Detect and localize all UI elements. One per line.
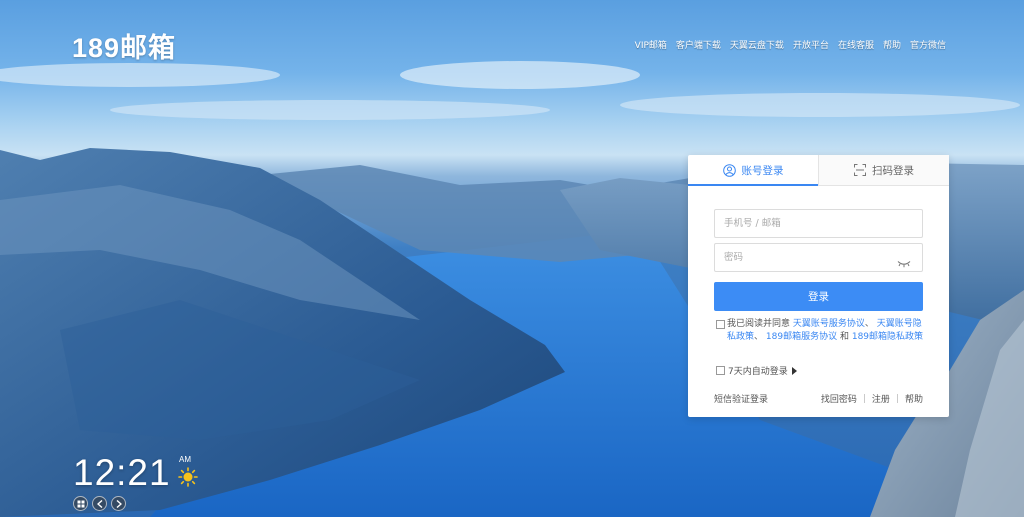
link-divider: | — [895, 393, 899, 404]
wallpaper-gallery-icon[interactable] — [73, 496, 88, 511]
agreement-block: 我已阅读并同意 天翼账号服务协议、 天翼账号隐私政策、 189邮箱服务协议 和 … — [716, 318, 926, 344]
clock-time: 12:21 — [73, 452, 171, 493]
nav-open-platform[interactable]: 开放平台 — [793, 38, 829, 51]
find-password-link[interactable]: 找回密码 — [821, 392, 857, 405]
link-divider: | — [862, 393, 866, 404]
agreement-separator: 、 — [864, 319, 874, 329]
link-189-privacy-policy[interactable]: 189邮箱隐私政策 — [852, 332, 923, 342]
agreement-separator: 、 — [754, 332, 764, 342]
chevron-right-icon[interactable] — [111, 496, 126, 511]
sms-login-link[interactable]: 短信验证登录 — [714, 392, 768, 405]
auto-login-label[interactable]: 7天内自动登录 — [728, 364, 788, 377]
help-link[interactable]: 帮助 — [905, 392, 923, 405]
nav-vip-mail[interactable]: VIP邮箱 — [635, 38, 667, 51]
nav-wechat[interactable]: 官方微信 — [910, 38, 946, 51]
clock-ampm: AM — [179, 455, 191, 464]
tab-account-login[interactable]: 账号登录 — [688, 155, 818, 186]
auto-login-row: 7天内自动登录 — [716, 364, 797, 377]
nav-online-support[interactable]: 在线客服 — [838, 38, 874, 51]
tab-qr-login[interactable]: 扫码登录 — [818, 155, 949, 185]
agreement-checkbox[interactable] — [716, 320, 725, 329]
password-input[interactable] — [714, 243, 923, 272]
nav-client-download[interactable]: 客户端下载 — [676, 38, 721, 51]
login-button[interactable]: 登录 — [714, 282, 923, 311]
caret-right-icon[interactable] — [791, 366, 797, 375]
login-tabs: 账号登录 扫码登录 — [688, 155, 949, 186]
agreement-and: 和 — [839, 332, 849, 342]
user-icon — [722, 163, 736, 177]
username-input[interactable] — [714, 209, 923, 238]
nav-cloud-download[interactable]: 天翼云盘下载 — [730, 38, 784, 51]
brand-logo[interactable]: 189邮箱 — [72, 26, 176, 65]
chevron-left-icon[interactable] — [92, 496, 107, 511]
agreement-prefix: 我已阅读并同意 — [727, 319, 791, 329]
top-navigation: VIP邮箱 客户端下载 天翼云盘下载 开放平台 在线客服 帮助 官方微信 — [635, 38, 946, 51]
sun-icon — [178, 467, 198, 491]
register-link[interactable]: 注册 — [872, 392, 890, 405]
tab-account-login-label: 账号登录 — [741, 164, 784, 177]
eye-closed-icon[interactable] — [897, 253, 911, 272]
wallpaper-controls — [73, 496, 126, 511]
tab-qr-login-label: 扫码登录 — [872, 164, 914, 177]
login-bottom-links: 短信验证登录 找回密码 | 注册 | 帮助 — [714, 392, 923, 406]
login-panel: 账号登录 扫码登录 登录 我已阅读并同意 天翼账号服务协议、 天翼账号隐 — [688, 155, 949, 417]
link-tianyi-service-agreement[interactable]: 天翼账号服务协议 — [793, 319, 865, 329]
nav-help[interactable]: 帮助 — [883, 38, 901, 51]
qr-scan-icon — [854, 164, 866, 176]
link-189-service-agreement[interactable]: 189邮箱服务协议 — [766, 332, 837, 342]
auto-login-checkbox[interactable] — [716, 366, 725, 375]
